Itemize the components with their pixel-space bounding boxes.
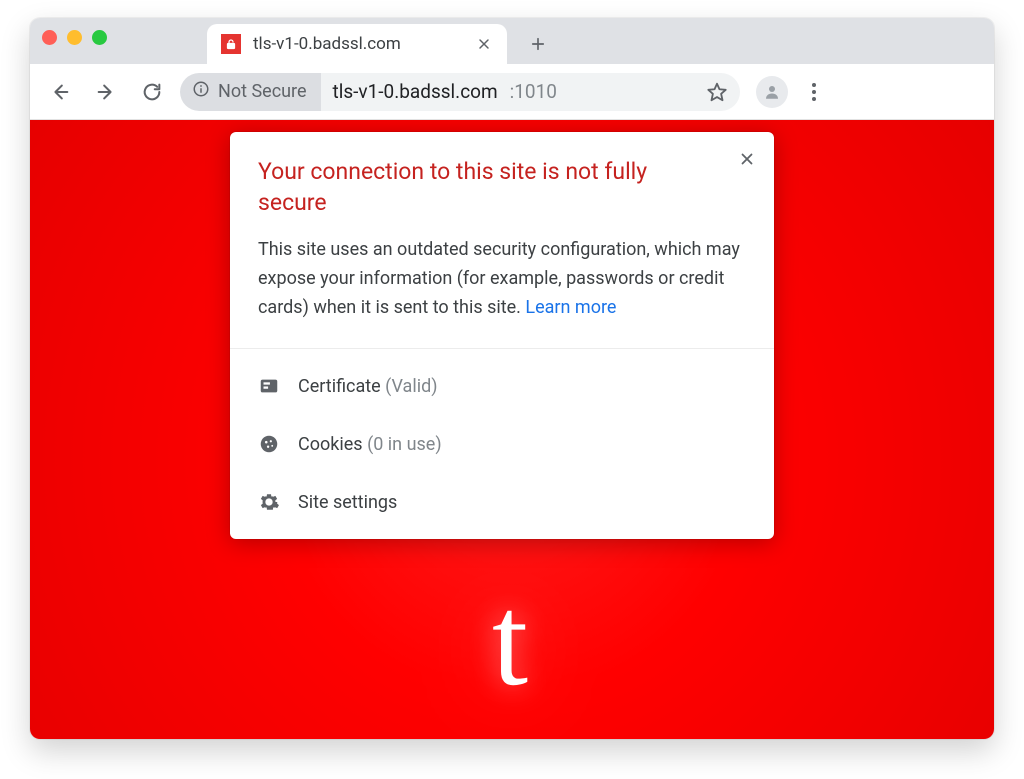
tab-strip: tls-v1-0.badssl.com xyxy=(30,18,994,64)
tab-title: tls-v1-0.badssl.com xyxy=(253,34,463,54)
info-icon xyxy=(192,80,210,103)
url-port: :1010 xyxy=(510,80,557,103)
cookie-icon xyxy=(258,433,280,455)
popover-menu: Certificate (Valid) Cookies (0 in use) xyxy=(230,349,774,539)
learn-more-link[interactable]: Learn more xyxy=(525,297,616,318)
window-minimize-button[interactable] xyxy=(67,30,82,45)
popover-body-text: This site uses an outdated security conf… xyxy=(258,239,740,318)
bookmark-button[interactable] xyxy=(704,79,730,105)
cookies-label: Cookies xyxy=(298,434,363,455)
browser-tab[interactable]: tls-v1-0.badssl.com xyxy=(207,24,507,64)
window-close-button[interactable] xyxy=(42,30,57,45)
certificate-label: Certificate xyxy=(298,376,381,397)
address-bar[interactable]: Not Secure tls-v1-0.badssl.com :1010 xyxy=(180,73,740,111)
menu-button[interactable] xyxy=(798,76,830,108)
popover-close-button[interactable] xyxy=(734,146,760,172)
certificate-status: (Valid) xyxy=(385,376,437,397)
popover-body: This site uses an outdated security conf… xyxy=(258,236,746,322)
lock-broken-icon xyxy=(221,34,241,54)
toolbar: Not Secure tls-v1-0.badssl.com :1010 xyxy=(30,64,994,120)
certificate-item[interactable]: Certificate (Valid) xyxy=(230,357,774,415)
browser-window: tls-v1-0.badssl.com xyxy=(30,18,994,739)
forward-button[interactable] xyxy=(88,74,124,110)
page-text-line-1: t xyxy=(30,573,994,710)
new-tab-button[interactable] xyxy=(521,27,555,61)
window-zoom-button[interactable] xyxy=(92,30,107,45)
window-controls xyxy=(42,18,107,64)
profile-avatar-button[interactable] xyxy=(756,76,788,108)
certificate-icon xyxy=(258,375,280,397)
cookies-item[interactable]: Cookies (0 in use) xyxy=(230,415,774,473)
reload-button[interactable] xyxy=(134,74,170,110)
tab-close-button[interactable] xyxy=(475,35,493,53)
site-settings-label: Site settings xyxy=(298,492,397,513)
site-settings-item[interactable]: Site settings xyxy=(230,473,774,531)
back-button[interactable] xyxy=(42,74,78,110)
security-indicator[interactable]: Not Secure xyxy=(180,73,321,111)
gear-icon xyxy=(258,491,280,513)
site-security-popover: Your connection to this site is not full… xyxy=(230,132,774,539)
security-label: Not Secure xyxy=(218,81,307,102)
url-host: tls-v1-0.badssl.com xyxy=(333,80,498,103)
popover-title: Your connection to this site is not full… xyxy=(258,156,698,218)
cookies-status: (0 in use) xyxy=(367,434,442,455)
page-viewport: t b m Your connection to this site is no… xyxy=(30,120,994,739)
